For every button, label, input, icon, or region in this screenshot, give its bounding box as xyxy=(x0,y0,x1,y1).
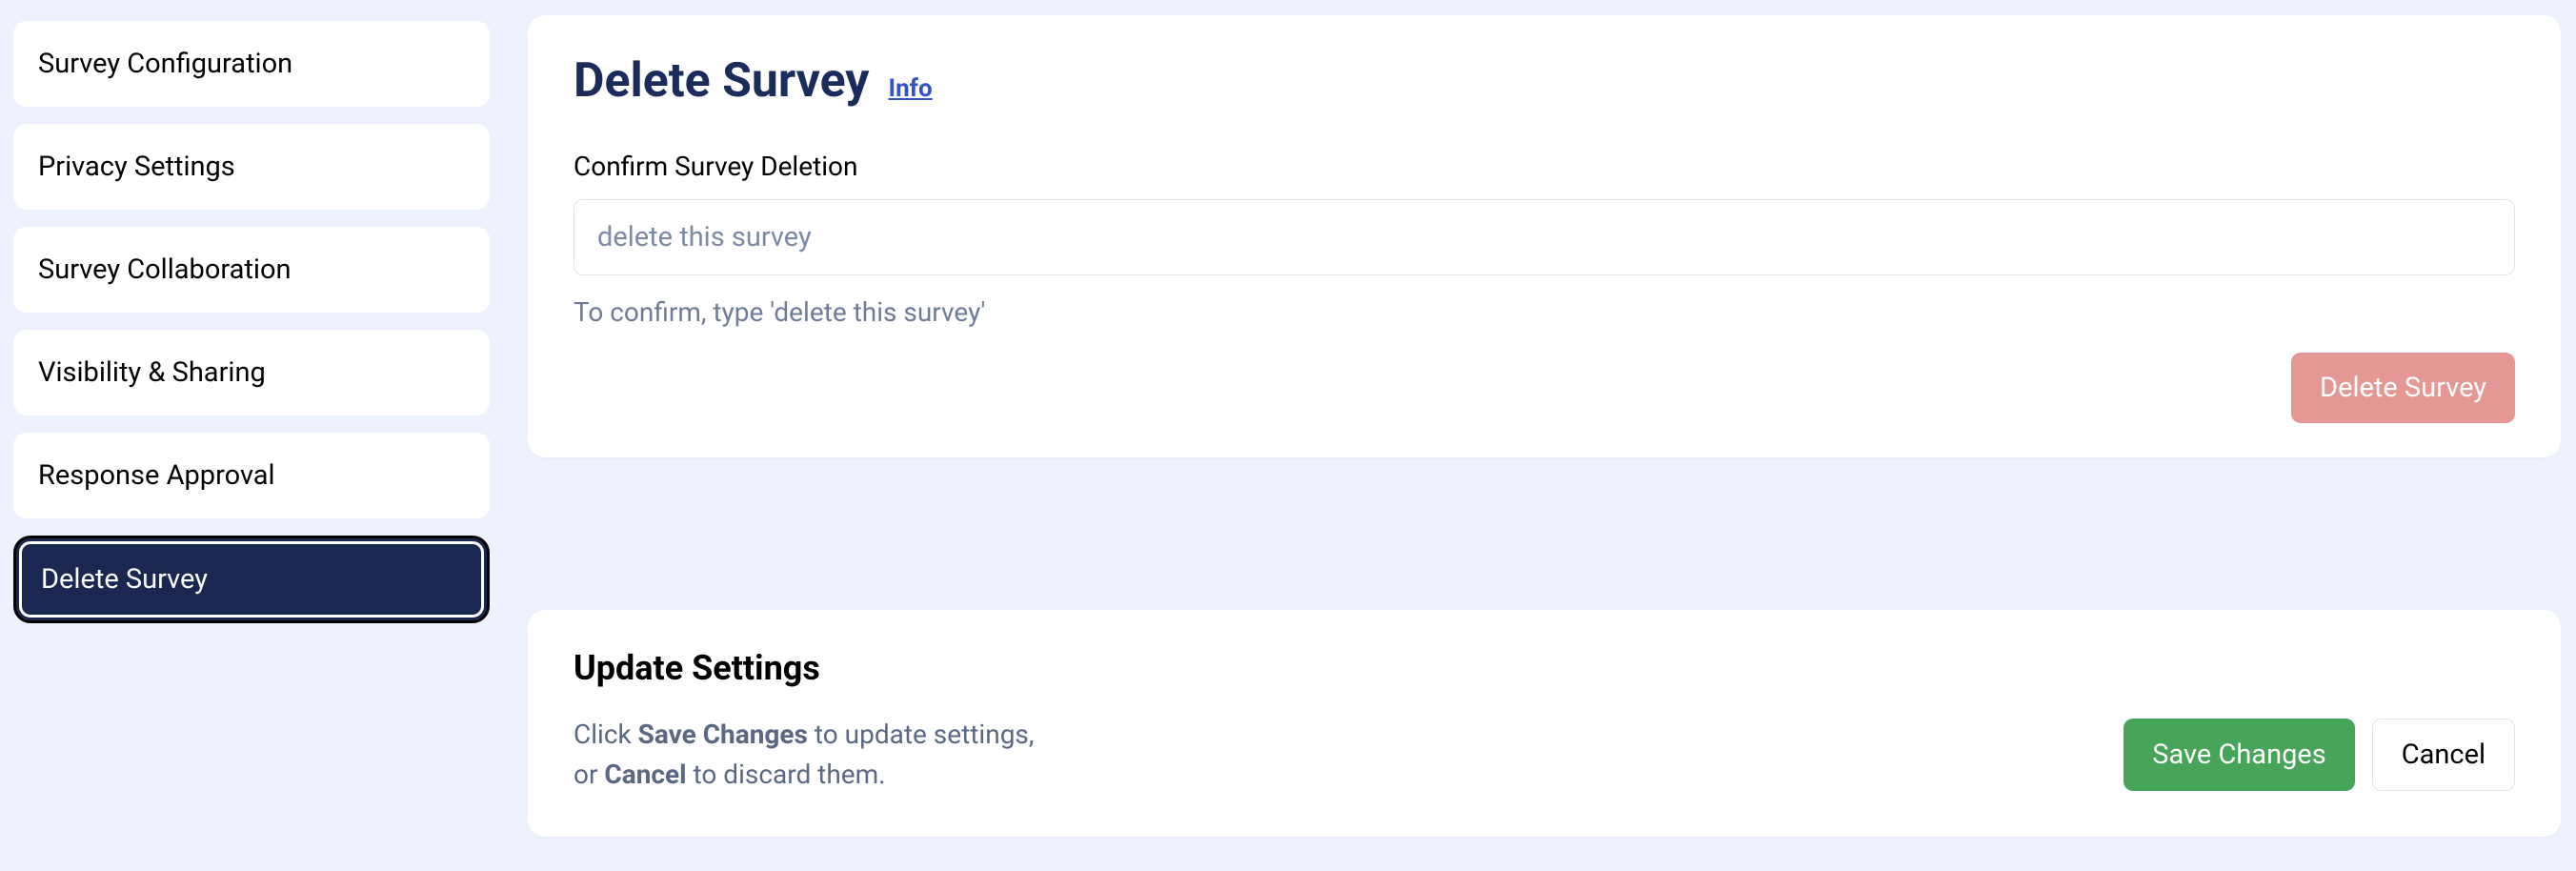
update-settings-panel: Update Settings Click Save Changes to up… xyxy=(528,610,2561,837)
update-description: Click Save Changes to update settings, o… xyxy=(574,715,1034,795)
cancel-button[interactable]: Cancel xyxy=(2372,719,2515,791)
update-panel-title: Update Settings xyxy=(574,648,2515,688)
sidebar-item-privacy-settings[interactable]: Privacy Settings xyxy=(13,124,490,210)
sidebar-item-delete-survey[interactable]: Delete Survey xyxy=(13,536,490,623)
help-text: To confirm, type 'delete this survey' xyxy=(574,296,2515,328)
save-changes-button[interactable]: Save Changes xyxy=(2123,719,2354,791)
main-content: Delete Survey Info Confirm Survey Deleti… xyxy=(528,0,2561,837)
delete-survey-panel: Delete Survey Info Confirm Survey Deleti… xyxy=(528,15,2561,457)
sidebar-item-survey-collaboration[interactable]: Survey Collaboration xyxy=(13,227,490,313)
info-link[interactable]: Info xyxy=(888,74,932,103)
sidebar-item-survey-configuration[interactable]: Survey Configuration xyxy=(13,21,490,107)
field-label: Confirm Survey Deletion xyxy=(574,151,2515,182)
sidebar-item-visibility-sharing[interactable]: Visibility & Sharing xyxy=(13,330,490,415)
sidebar-item-response-approval[interactable]: Response Approval xyxy=(13,433,490,518)
panel-title: Delete Survey xyxy=(574,53,869,109)
confirm-deletion-input[interactable] xyxy=(574,199,2515,275)
sidebar: Survey Configuration Privacy Settings Su… xyxy=(13,0,490,640)
delete-survey-button[interactable]: Delete Survey xyxy=(2291,353,2515,423)
